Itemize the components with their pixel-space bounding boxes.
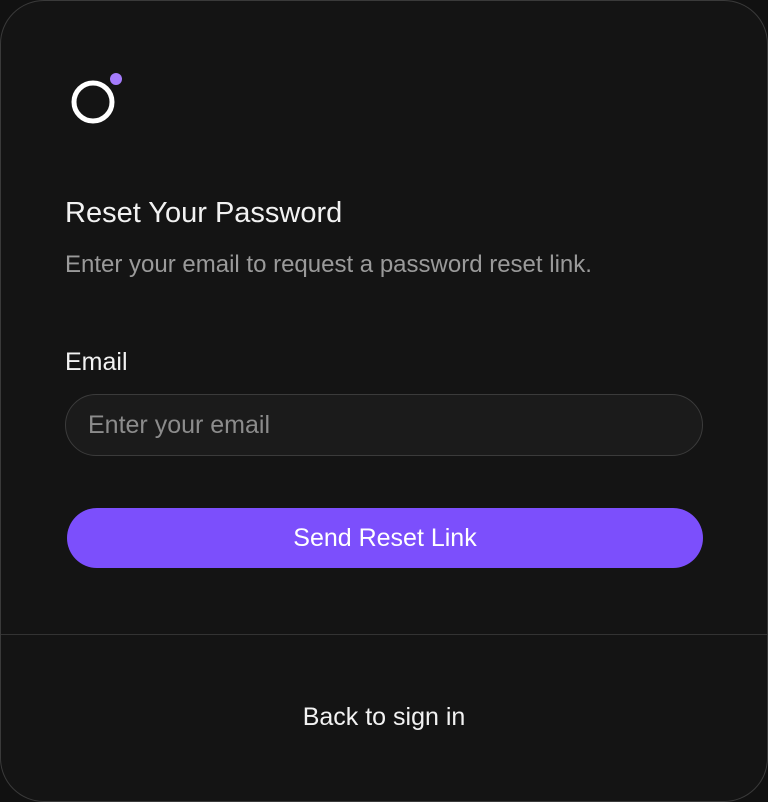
email-field[interactable]: [65, 394, 703, 456]
reset-password-card: Reset Your Password Enter your email to …: [0, 0, 768, 802]
back-to-sign-in-link[interactable]: Back to sign in: [1, 703, 767, 732]
send-reset-link-button[interactable]: Send Reset Link: [67, 508, 703, 568]
ring-with-dot-logo-icon: [71, 73, 122, 124]
page-subtitle: Enter your email to request a password r…: [65, 251, 592, 278]
email-label: Email: [65, 348, 128, 376]
divider: [1, 634, 767, 635]
page-title: Reset Your Password: [65, 197, 343, 229]
